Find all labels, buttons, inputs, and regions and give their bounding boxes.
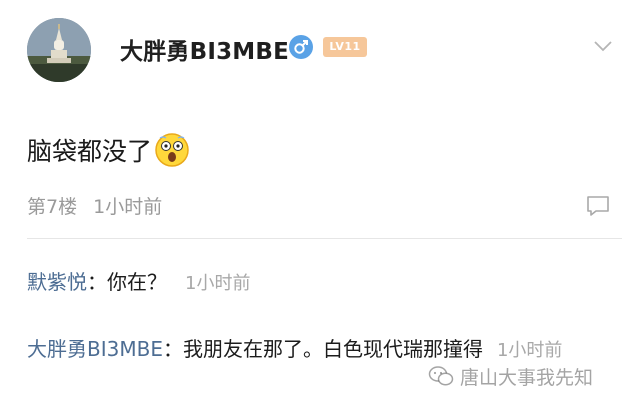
watermark-text: 唐山大事我先知: [460, 366, 594, 389]
post-username[interactable]: 大胖勇BI3MBE: [120, 32, 289, 66]
post-header: 大胖勇BI3MBE LV11: [27, 18, 627, 82]
reply-text: 我朋友在那了。白色现代瑞那撞得: [182, 337, 483, 361]
pagoda-photo: [27, 18, 91, 82]
watermark: 唐山大事我先知: [428, 361, 593, 391]
floor-number: 第7楼: [27, 196, 78, 218]
avatar[interactable]: [27, 18, 91, 82]
wechat-icon: [428, 366, 454, 386]
reply-item: 默紫悦：你在？ 1小时前: [27, 266, 250, 300]
reply-text: 你在？: [107, 270, 167, 294]
reply-separator: ：: [87, 270, 107, 294]
post-content: 脑袋都没了: [27, 130, 190, 170]
post-text: 脑袋都没了: [27, 137, 153, 166]
reply-separator: ：: [162, 337, 183, 361]
reply-author[interactable]: 默紫悦: [27, 270, 87, 294]
level-badge: LV11: [323, 37, 367, 57]
reply-author[interactable]: 大胖勇BI3MBE: [27, 337, 163, 361]
post-time: 1小时前: [93, 196, 163, 218]
reply-time: 1小时前: [185, 273, 251, 294]
divider: [27, 238, 622, 239]
shocked-face-emoji: [154, 132, 190, 168]
chevron-down-icon[interactable]: [592, 38, 614, 54]
comment-icon[interactable]: [585, 194, 611, 218]
reply-time: 1小时前: [496, 340, 563, 361]
post-meta: 第7楼 1小时前: [27, 192, 162, 219]
male-icon: [289, 35, 313, 59]
